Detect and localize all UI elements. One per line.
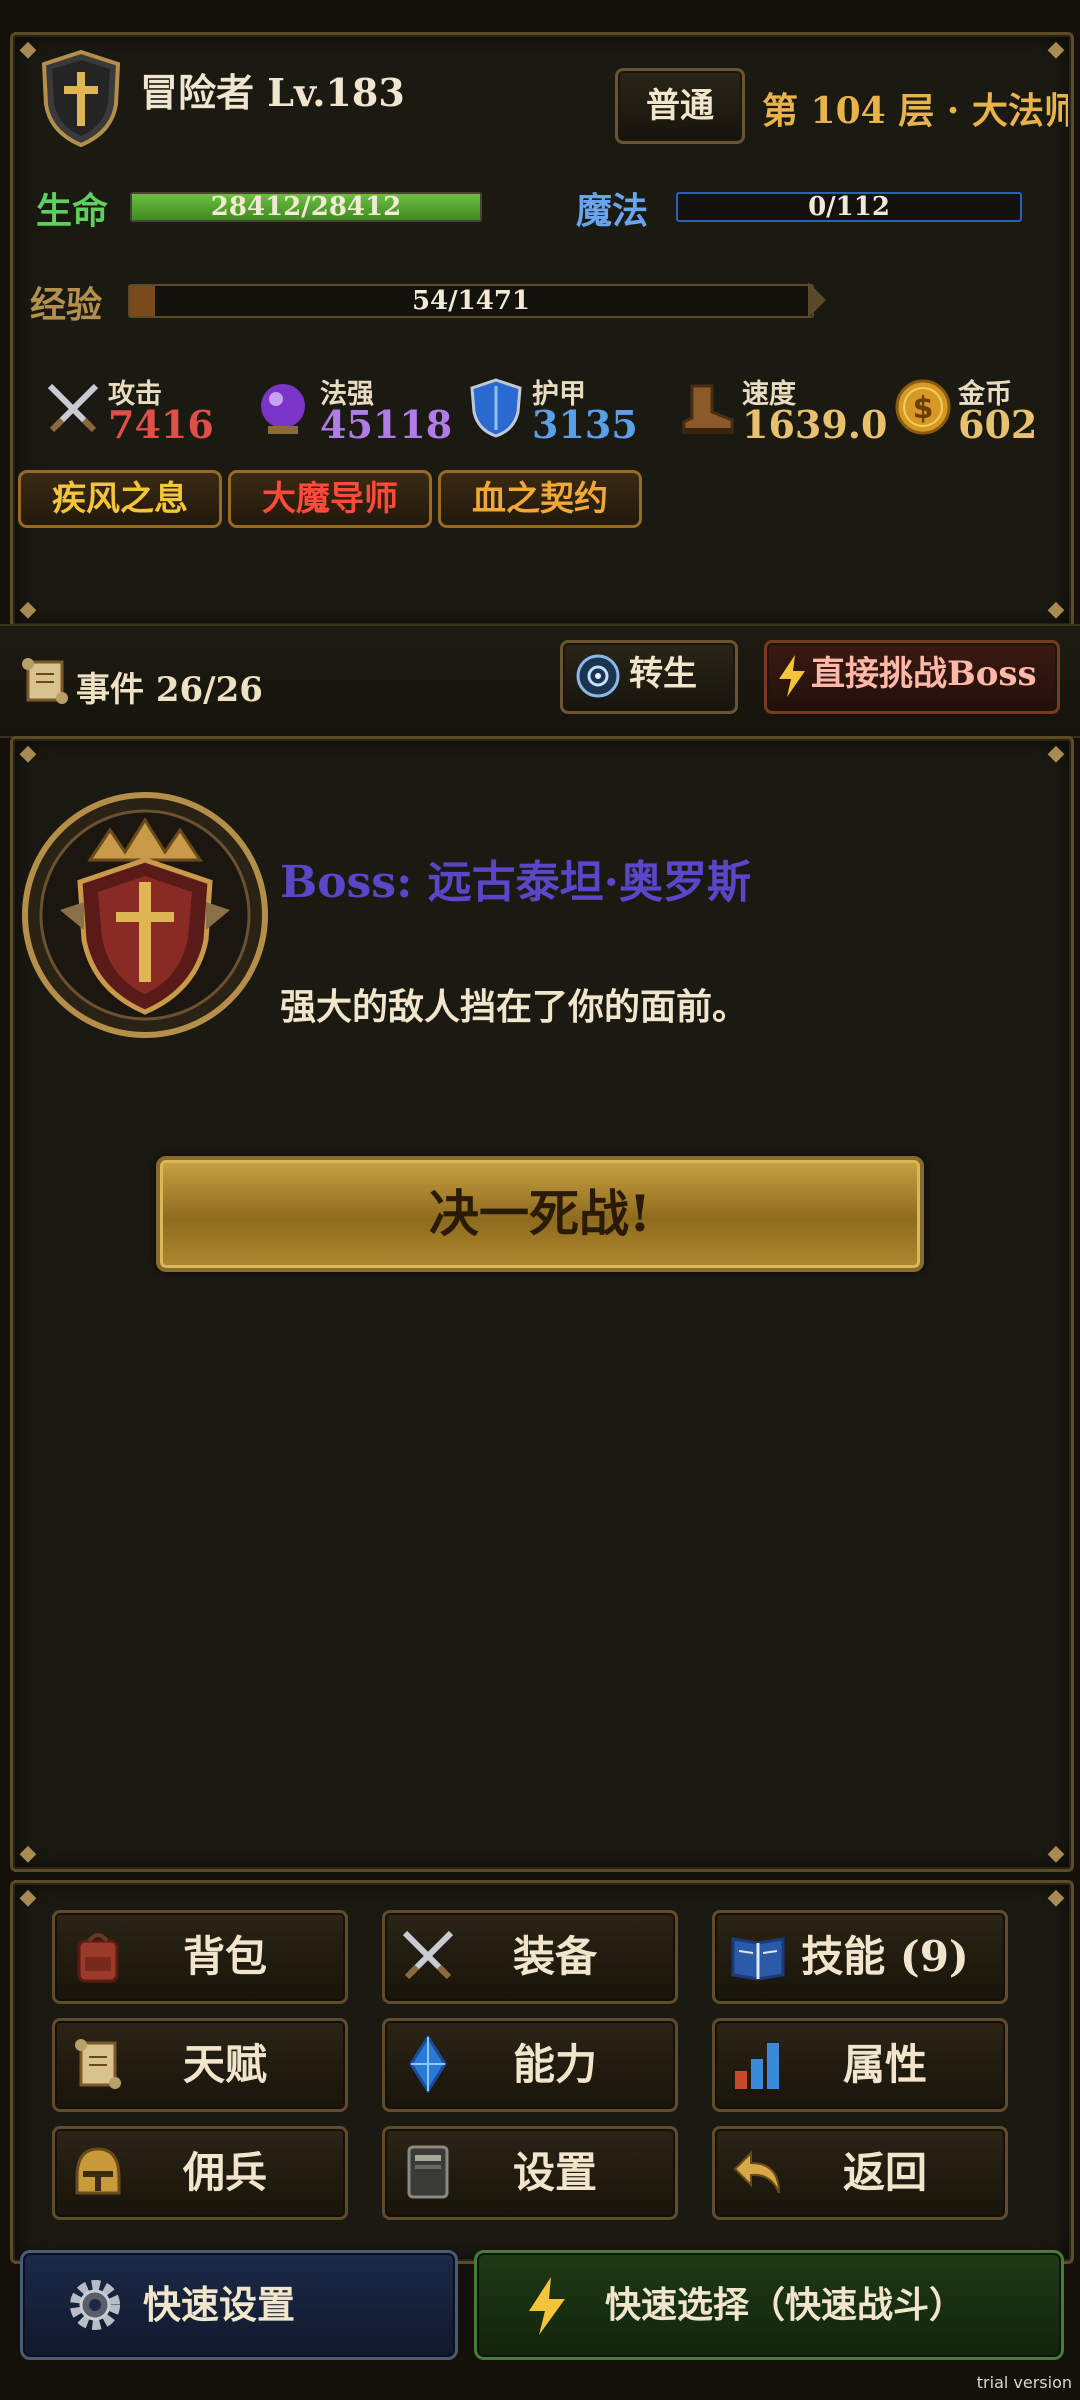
- hp-bar: 28412/28412: [130, 192, 482, 222]
- corner-ornament-icon: ◆: [19, 741, 37, 766]
- corner-ornament-icon: ◆: [1047, 597, 1065, 622]
- buff-tag-archmage[interactable]: 大魔导师: [228, 470, 432, 528]
- watermark: trial version: [976, 2373, 1072, 2392]
- backpack-label: 背包 (381): [161, 1932, 288, 2069]
- svg-text:$: $: [913, 391, 934, 426]
- stat-gold-value: 602: [958, 402, 1038, 447]
- quick-settings-label: 快速设置: [143, 2282, 296, 2327]
- talent-label: 天赋: [182, 2040, 267, 2089]
- ability-label: 能力: [512, 2040, 597, 2089]
- gold-coin-icon: $: [895, 379, 951, 435]
- corner-ornament-icon: ◆: [19, 1841, 37, 1866]
- quick-select-button[interactable]: 快速选择（快速战斗）: [474, 2250, 1064, 2360]
- corner-ornament-icon: ◆: [19, 597, 37, 622]
- crystal-ball-icon: [261, 384, 305, 434]
- corner-ornament-icon: ◆: [1047, 37, 1065, 62]
- return-label: 返回: [842, 2148, 927, 2197]
- fight-button-label: 决一死战!: [429, 1184, 651, 1243]
- rebirth-icon: [576, 654, 620, 698]
- boss-title: Boss: 远古泰坦·奥罗斯: [280, 857, 751, 908]
- attributes-button[interactable]: 属性: [712, 2018, 1008, 2112]
- settings-button[interactable]: 设置: [382, 2126, 678, 2220]
- class-crest-icon: [38, 48, 124, 148]
- rebirth-label: 转生: [629, 654, 697, 694]
- corner-ornament-icon: ◆: [1047, 741, 1065, 766]
- buff-tag-blood-pact[interactable]: 血之契约: [438, 470, 642, 528]
- settings-label: 设置: [512, 2148, 597, 2197]
- attributes-label: 属性: [842, 2040, 927, 2089]
- stat-speed-value: 1639.0: [742, 402, 888, 447]
- rebirth-button[interactable]: 转生: [560, 640, 738, 714]
- difficulty-badge[interactable]: 普通: [615, 68, 745, 144]
- equipment-button[interactable]: 装备: [382, 1910, 678, 2004]
- skills-label: 技能 (9): [801, 1932, 969, 1981]
- equipment-label: 装备: [512, 1932, 597, 1981]
- hp-value: 28412/28412: [210, 192, 402, 222]
- mercenary-label: 佣兵: [182, 2148, 267, 2197]
- quick-select-label: 快速选择（快速战斗）: [605, 2284, 966, 2326]
- boss-emblem-icon: [20, 790, 270, 1040]
- stat-gold: $ 金币 602: [892, 372, 1062, 452]
- stat-attack-value: 7416: [108, 402, 214, 447]
- stat-spellpower-value: 45118: [320, 402, 453, 447]
- difficulty-label: 普通: [646, 86, 714, 126]
- event-counter: 事件 26/26: [76, 670, 263, 710]
- corner-ornament-icon: ◆: [19, 1885, 37, 1910]
- xp-bar: 54/1471: [128, 284, 814, 318]
- fight-button[interactable]: 决一死战!: [156, 1156, 924, 1272]
- floor-title: 第 104 层 · 大法师: [762, 90, 1068, 132]
- corner-ornament-icon: ◆: [1047, 1885, 1065, 1910]
- mp-label: 魔法: [576, 190, 649, 232]
- buff-tag-gale[interactable]: 疾风之息: [18, 470, 222, 528]
- quick-settings-button[interactable]: 快速设置: [20, 2250, 458, 2360]
- ability-button[interactable]: 能力: [382, 2018, 678, 2112]
- talent-button[interactable]: 天赋: [52, 2018, 348, 2112]
- xp-label: 经验: [30, 284, 103, 326]
- boot-icon: [682, 384, 734, 434]
- corner-ornament-icon: ◆: [1047, 1841, 1065, 1866]
- challenge-boss-button[interactable]: 直接挑战Boss: [764, 640, 1060, 714]
- stat-speed: 速度 1639.0: [676, 372, 887, 452]
- xp-bar-arrow-icon: [808, 282, 826, 318]
- mp-bar: 0/112: [676, 192, 1022, 222]
- scroll-icon: [18, 654, 72, 708]
- return-button[interactable]: 返回: [712, 2126, 1008, 2220]
- stat-armor-value: 3135: [532, 402, 638, 447]
- stat-spellpower: 法强 45118: [252, 372, 452, 452]
- challenge-boss-label: 直接挑战Boss: [811, 654, 1037, 694]
- stat-attack: 攻击 7416: [40, 372, 230, 452]
- backpack-button[interactable]: 背包 (381): [52, 1910, 348, 2069]
- boss-description: 强大的敌人挡在了你的面前。: [280, 986, 749, 1028]
- lightning-icon: [529, 2277, 565, 2335]
- mp-value: 0/112: [808, 192, 890, 222]
- stat-armor: 护甲 3135: [464, 372, 664, 452]
- mercenary-button[interactable]: 佣兵: [52, 2126, 348, 2220]
- gear-icon: [70, 2280, 120, 2330]
- shield-icon: [470, 378, 522, 438]
- hp-label: 生命: [36, 190, 109, 232]
- skills-button[interactable]: 技能 (9): [712, 1910, 1008, 2004]
- xp-value: 54/1471: [411, 286, 531, 316]
- player-name-level: 冒险者 Lv.183: [140, 70, 405, 115]
- crossed-swords-icon: [47, 383, 99, 433]
- lightning-icon: [779, 655, 805, 697]
